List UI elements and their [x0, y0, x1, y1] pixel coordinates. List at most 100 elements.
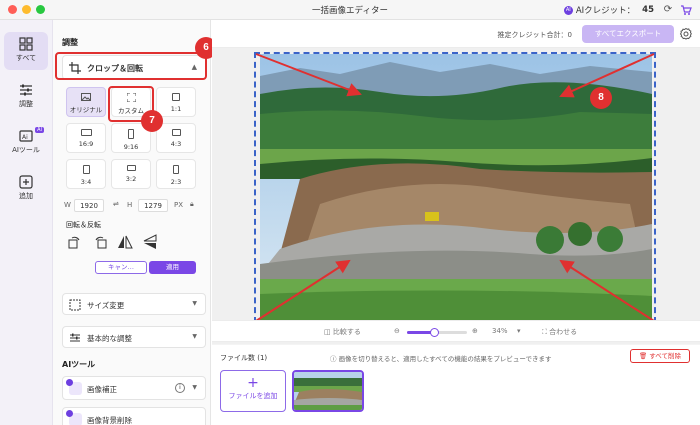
- fit-button[interactable]: ⛶ 合わせる: [542, 327, 577, 337]
- rail-item-label: すべて: [15, 54, 37, 62]
- zoom-slider[interactable]: [407, 328, 467, 337]
- ai-tool-label: 画像補正: [87, 385, 117, 394]
- settings-panel: 調整 クロップ＆回転 ▲ オリジナル カスタム 1:1 16:9 9:16 4:…: [53, 20, 211, 425]
- rotate-flip-title: 回転＆反転: [66, 221, 101, 229]
- ai-credit-value: 45: [642, 5, 654, 15]
- ratio-1-1[interactable]: 1:1: [156, 87, 196, 117]
- ratio-2-3[interactable]: 2:3: [156, 159, 196, 189]
- rail-item-adjust[interactable]: 調整: [4, 78, 48, 116]
- refresh-icon[interactable]: ⟳: [662, 4, 674, 16]
- delete-all-button[interactable]: 🗑︎ すべて削除: [630, 349, 690, 363]
- main-area: 推定クレジット合計：0 すべてエクスポート 8 ◫ 比較する ⊖ ⊕ 34% ▾…: [212, 20, 700, 425]
- file-count-label: ファイル数: [220, 354, 255, 362]
- apply-button[interactable]: 適用: [149, 261, 196, 274]
- ratio-label: 3:4: [80, 178, 92, 186]
- cart-icon[interactable]: [680, 4, 692, 16]
- height-input[interactable]: 1279: [138, 199, 168, 212]
- width-input[interactable]: 1920: [74, 199, 104, 212]
- image-canvas[interactable]: 8: [212, 48, 700, 344]
- zoom-slider-knob[interactable]: [430, 328, 439, 337]
- rotate-left-button[interactable]: [66, 233, 84, 251]
- basic-adjust-section[interactable]: 基本的な調整 ▼: [62, 326, 206, 348]
- ratio-label: 4:3: [170, 140, 182, 148]
- flip-horizontal-button[interactable]: [116, 233, 134, 251]
- info-icon: ⓘ: [330, 355, 339, 363]
- file-thumbnail[interactable]: [292, 370, 364, 412]
- zoom-toolbar: ◫ 比較する ⊖ ⊕ 34% ▾ ⛶ 合わせる: [212, 320, 700, 342]
- ai-credit-label: AIクレジット：: [575, 6, 636, 16]
- export-all-button[interactable]: すべてエクスポート: [582, 25, 674, 43]
- ai-tool-enhance[interactable]: 画像補正 i ▼: [62, 376, 206, 400]
- ai-tool-bg-remove[interactable]: 画像背景削除: [62, 407, 206, 425]
- bg-remove-icon: [66, 410, 82, 425]
- file-count: ファイル数 (1): [220, 353, 267, 363]
- sliders-icon: [20, 84, 32, 96]
- plus-square-icon: [19, 175, 33, 189]
- rail-item-label: 調整: [19, 100, 33, 108]
- annotation-arrows: [255, 53, 655, 322]
- add-file-label: ファイルを追加: [228, 392, 278, 400]
- ratio-shape-icon: [128, 129, 134, 139]
- ai-badge: AI: [35, 127, 44, 133]
- ratio-label: 9:16: [123, 143, 139, 151]
- ratio-label: 2:3: [170, 178, 182, 186]
- info-icon[interactable]: i: [175, 383, 185, 393]
- zoom-in-icon[interactable]: ⊕: [472, 327, 478, 335]
- ratio-original[interactable]: オリジナル: [66, 87, 106, 117]
- delete-all-label: すべて削除: [649, 352, 682, 360]
- svg-text:Ai: Ai: [22, 134, 28, 141]
- lock-icon[interactable]: 🔒︎: [190, 200, 194, 209]
- section-title-ai-tools: AIツール: [62, 360, 96, 369]
- flip-vertical-icon: [143, 234, 157, 249]
- rail-item-add[interactable]: 追加: [4, 170, 48, 208]
- ai-credit-icon: AI: [563, 5, 573, 15]
- ratio-shape-icon: [171, 129, 181, 136]
- resize-section[interactable]: サイズ変更 ▼: [62, 293, 206, 315]
- ai-credit-display: AI AIクレジット： 45: [563, 4, 654, 16]
- compare-label: 比較する: [332, 328, 361, 336]
- ratio-shape-icon: [172, 93, 180, 101]
- preview-note: ⓘ 画像を切り替えると、適用したすべての機能の結果をプレビューできます: [330, 353, 552, 363]
- title-bar: 一括画像エディター AI AIクレジット： 45 ⟳: [0, 0, 700, 20]
- estimated-credits: 推定クレジット合計：0: [498, 30, 572, 40]
- rotate-right-button[interactable]: [91, 233, 109, 251]
- rotate-left-icon: [68, 236, 80, 249]
- enhance-icon: [66, 379, 82, 395]
- resize-title: サイズ変更: [87, 301, 125, 310]
- highlight-box-crop-header: [55, 52, 207, 80]
- estimated-credits-label: 推定クレジット合計：: [497, 31, 568, 39]
- dimension-row: W 1920 ⇌ H 1279 PX 🔒︎: [62, 199, 206, 213]
- link-icon[interactable]: ⇌: [113, 200, 119, 208]
- flip-vertical-button[interactable]: [141, 233, 159, 251]
- compare-icon: ◫: [324, 328, 333, 336]
- rail-item-all[interactable]: すべて: [4, 32, 48, 70]
- basic-adjust-title: 基本的な調整: [87, 334, 132, 343]
- rail-item-ai-tools[interactable]: AI Ai AIツール: [4, 124, 48, 162]
- grid-icon: [19, 37, 33, 51]
- ratio-4-3[interactable]: 4:3: [156, 123, 196, 153]
- add-file-button[interactable]: + ファイルを追加: [220, 370, 286, 412]
- ratio-shape-icon: [173, 165, 179, 174]
- cancel-button[interactable]: キャン…: [95, 261, 147, 274]
- resize-icon: [69, 299, 81, 311]
- zoom-out-icon[interactable]: ⊖: [394, 327, 400, 335]
- ratio-shape-icon: [80, 129, 92, 136]
- ratio-shape-icon: [82, 165, 90, 174]
- chevron-down-icon: ▼: [192, 384, 197, 391]
- ai-tool-icon: Ai: [19, 130, 33, 142]
- main-topbar: 推定クレジット合計：0 すべてエクスポート: [212, 20, 700, 48]
- ratio-16-9[interactable]: 16:9: [66, 123, 106, 153]
- callout-8: 8: [590, 87, 612, 109]
- file-strip: ファイル数 (1) ⓘ 画像を切り替えると、適用したすべての機能の結果をプレビュ…: [212, 345, 700, 425]
- ratio-3-2[interactable]: 3:2: [111, 159, 151, 189]
- unit-label: PX: [174, 201, 184, 209]
- gear-icon[interactable]: [679, 27, 693, 41]
- zoom-dropdown-icon[interactable]: ▾: [517, 327, 521, 335]
- preview-note-text: 画像を切り替えると、適用したすべての機能の結果をプレビューできます: [338, 355, 552, 363]
- ratio-shape-icon: [126, 165, 136, 171]
- flip-horizontal-icon: [118, 235, 133, 249]
- ratio-3-4[interactable]: 3:4: [66, 159, 106, 189]
- compare-button[interactable]: ◫ 比較する: [324, 327, 361, 337]
- ratio-label: 3:2: [125, 175, 137, 183]
- ratio-label: 1:1: [170, 105, 182, 113]
